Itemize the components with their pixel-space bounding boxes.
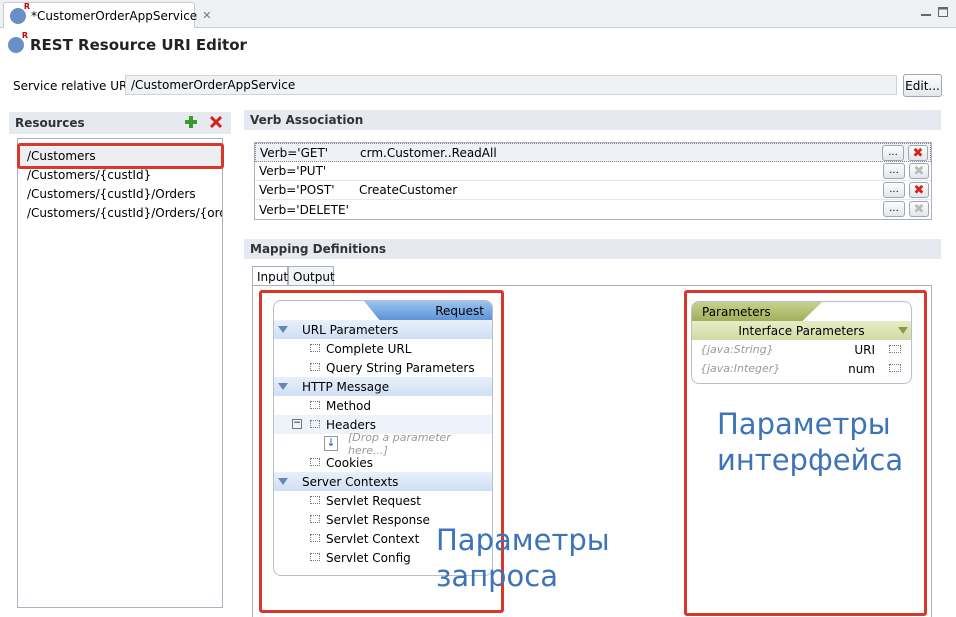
browse-button[interactable]: ... [883, 201, 905, 217]
rest-service-icon [10, 2, 30, 24]
verb-name: Verb='GET' [260, 145, 329, 160]
page-title: REST Resource URI Editor [8, 31, 247, 54]
remove-icon[interactable]: ✖ [908, 145, 928, 161]
verb-row-put[interactable]: Verb='PUT' ... ✖ [255, 162, 931, 181]
browse-button[interactable]: ... [883, 163, 905, 179]
tab-input[interactable]: Input [252, 266, 288, 286]
close-icon[interactable]: ✕ [202, 9, 211, 22]
verb-operation: crm.Customer..ReadAll [360, 145, 497, 160]
verb-name: Verb='POST' [259, 183, 335, 197]
verb-association-table: Verb='GET' crm.Customer..ReadAll ... ✖ V… [254, 142, 932, 220]
remove-icon[interactable]: ✖ [909, 182, 929, 198]
verb-name: Verb='DELETE' [259, 202, 349, 217]
highlight-selected-resource [17, 143, 224, 169]
rest-editor-icon [8, 31, 28, 53]
verb-row-get[interactable]: Verb='GET' crm.Customer..ReadAll ... ✖ [255, 143, 931, 162]
remove-icon-disabled: ✖ [909, 201, 929, 217]
service-uri-field[interactable]: /CustomerOrderAppService [125, 75, 897, 95]
add-icon[interactable] [184, 115, 198, 129]
service-uri-label: Service relative URI: [13, 79, 135, 93]
verb-association-label: Verb Association [250, 113, 364, 127]
editor-title: REST Resource URI Editor [30, 36, 247, 54]
tab-title: *CustomerOrderAppService [31, 8, 198, 23]
maximize-icon[interactable] [937, 6, 949, 18]
annotation-interface-params: Параметры интерфейса [717, 407, 904, 477]
browse-button[interactable]: ... [883, 182, 905, 198]
edit-button[interactable]: Edit... [903, 74, 942, 97]
mapping-definitions-label: Mapping Definitions [250, 242, 387, 256]
delete-icon[interactable] [209, 115, 223, 129]
resources-header-label: Resources [15, 116, 85, 130]
verb-name: Verb='PUT' [259, 164, 327, 178]
browse-button[interactable]: ... [882, 145, 904, 161]
minimize-icon[interactable] [920, 6, 932, 18]
verb-association-header: Verb Association [244, 110, 941, 130]
verb-row-delete[interactable]: Verb='DELETE' ... ✖ [255, 200, 931, 219]
resource-item-customer-orders[interactable]: /Customers/{custId}/Orders [18, 185, 222, 204]
tab-customer-order-app-service[interactable]: *CustomerOrderAppService ✕ [3, 2, 211, 28]
mapping-definitions-header: Mapping Definitions [244, 239, 941, 259]
verb-row-post[interactable]: Verb='POST' CreateCustomer ... ✖ [255, 181, 931, 200]
resource-item-customer-order-id[interactable]: /Customers/{custId}/Orders/{orde... [18, 204, 222, 223]
annotation-request-params: Параметры запроса [436, 523, 610, 593]
remove-icon-disabled: ✖ [909, 163, 929, 179]
tab-output[interactable]: Output [288, 266, 335, 286]
resources-list: /Customers /Customers/{custId} /Customer… [17, 138, 223, 608]
verb-operation: CreateCustomer [359, 183, 458, 197]
